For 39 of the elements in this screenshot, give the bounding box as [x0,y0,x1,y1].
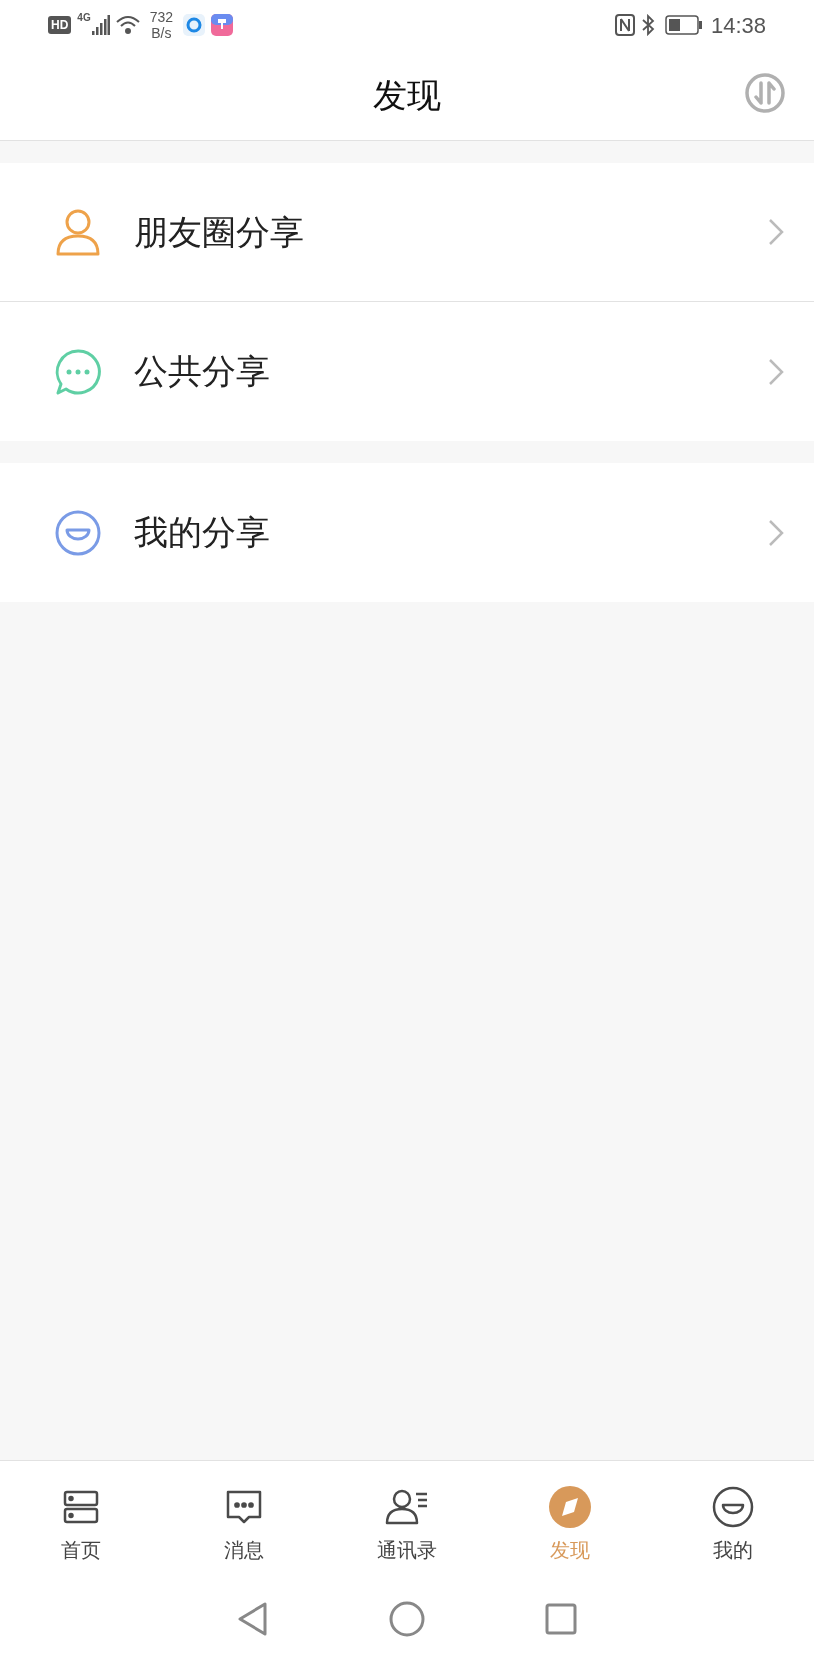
tab-bar-item[interactable]: 通讯录 [325,1461,489,1575]
page-title: 发现 [373,74,441,116]
menu-row[interactable]: 我的分享 [0,463,814,602]
back-icon[interactable] [237,1600,269,1637]
contacts-icon [384,1488,430,1526]
menu-row[interactable]: 公共分享 [0,302,814,441]
signal-icon [91,15,110,35]
chevron-right-icon [768,218,784,246]
person-icon [55,208,101,256]
row-label: 朋友圈分享 [134,211,305,253]
recent-apps-icon[interactable] [545,1602,577,1635]
battery-icon [664,15,703,35]
home-icon[interactable] [389,1600,425,1637]
menu-row[interactable]: 朋友圈分享 [0,163,814,302]
server-icon [62,1488,101,1526]
row-label: 公共分享 [134,351,271,392]
chevron-right-icon [768,357,784,386]
smile-face-icon [54,508,102,557]
compass-icon [548,1486,591,1528]
smile-face-icon [711,1486,754,1528]
wifi-icon [115,15,142,35]
message-icon [225,1488,264,1526]
network-speed: 732 [149,9,174,25]
clock-time: 14:38 [710,11,766,40]
chat-bubble-icon [54,347,102,396]
chevron-right-icon [768,518,784,547]
tab-bar-item[interactable]: 首页 [0,1461,163,1575]
tab-bar-item[interactable]: 我的 [651,1461,814,1575]
tab-bar-item[interactable]: 消息 [162,1461,326,1575]
swap-icon [744,72,786,114]
switch-button[interactable] [744,72,786,114]
network-type: 4G [77,11,91,25]
nfc-icon [614,14,635,36]
hd-badge: HD [48,16,72,34]
bluetooth-icon [640,14,655,36]
browser-app-icon [183,14,206,36]
app-icon [211,14,234,36]
row-label: 我的分享 [134,512,271,553]
speed-unit: B/s [151,25,172,41]
